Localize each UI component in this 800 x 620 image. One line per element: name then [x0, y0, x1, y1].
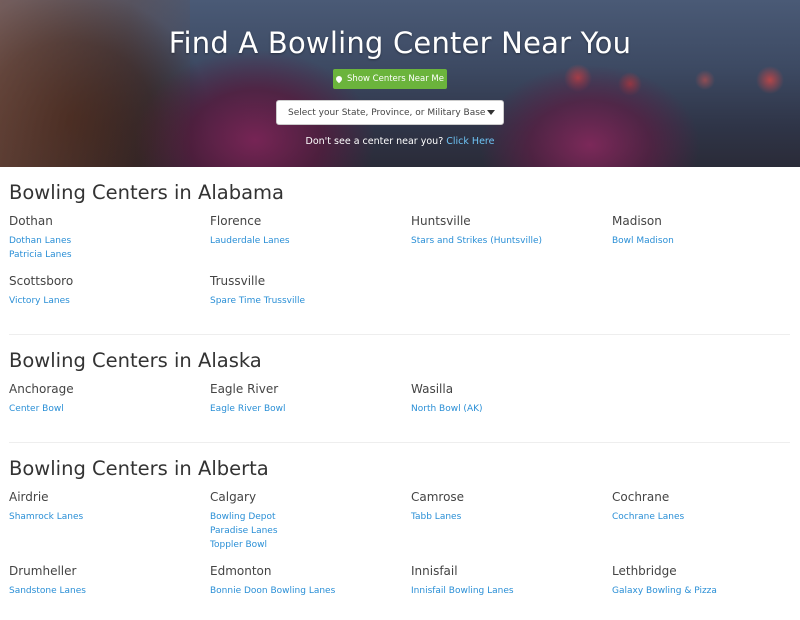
city-group: Eagle River Eagle River Bowl	[210, 382, 411, 422]
state-select-value: Select your State, Province, or Military…	[288, 107, 486, 118]
center-link[interactable]: Bonnie Doon Bowling Lanes	[210, 584, 411, 598]
city-group: Innisfail Innisfail Bowling Lanes	[411, 564, 612, 604]
state-section: Bowling Centers in Alabama Dothan Dothan L…	[9, 167, 790, 335]
city-group: Dothan Dothan Lanes Patricia Lanes	[9, 214, 210, 262]
page-title: Find A Bowling Center Near You	[168, 26, 632, 60]
city-group: Anchorage Center Bowl	[9, 382, 210, 422]
center-link[interactable]: Stars and Strikes (Huntsville)	[411, 234, 612, 248]
city-name: Innisfail	[411, 564, 458, 578]
state-sections: Bowling Centers in Alabama Dothan Dothan L…	[9, 167, 790, 620]
show-centers-near-me-label: Show Centers Near Me	[347, 74, 444, 84]
section-title: Bowling Centers in Alabama	[9, 181, 284, 204]
click-here-link[interactable]: Click Here	[446, 136, 494, 147]
center-link[interactable]: Spare Time Trussville	[210, 294, 411, 308]
center-link[interactable]: Victory Lanes	[9, 294, 210, 308]
city-name: Florence	[210, 214, 262, 228]
center-link[interactable]: Toppler Bowl	[210, 538, 411, 552]
city-name: Wasilla	[411, 382, 454, 396]
city-name: Anchorage	[9, 382, 74, 396]
center-link[interactable]: Tabb Lanes	[411, 510, 612, 524]
center-link[interactable]: Galaxy Bowling & Pizza	[612, 584, 792, 598]
city-group: Scottsboro Victory Lanes	[9, 274, 210, 314]
city-group: Lethbridge Galaxy Bowling & Pizza	[612, 564, 792, 604]
center-link[interactable]: Sandstone Lanes	[9, 584, 210, 598]
city-name: Airdrie	[9, 490, 49, 504]
city-name: Lethbridge	[612, 564, 677, 578]
city-group: Cochrane Cochrane Lanes	[612, 490, 792, 552]
center-link[interactable]: Eagle River Bowl	[210, 402, 411, 416]
state-section: Bowling Centers in Alberta Airdrie Shamroc…	[9, 443, 790, 620]
no-center-note-text: Don't see a center near you?	[305, 136, 444, 147]
map-marker-icon	[334, 74, 344, 84]
center-link[interactable]: Bowling Depot	[210, 510, 411, 524]
center-link[interactable]: Paradise Lanes	[210, 524, 411, 538]
no-center-note: Don't see a center near you? Click Here	[0, 136, 800, 147]
state-select[interactable]: Select your State, Province, or Military…	[276, 100, 504, 125]
center-link[interactable]: Center Bowl	[9, 402, 210, 416]
state-section: Bowling Centers in Alaska Anchorage Center…	[9, 335, 790, 443]
city-name: Madison	[612, 214, 662, 228]
city-name: Drumheller	[9, 564, 77, 578]
chevron-down-icon	[487, 110, 495, 115]
city-group: Airdrie Shamrock Lanes	[9, 490, 210, 552]
section-title: Bowling Centers in Alaska	[9, 349, 262, 372]
city-name: Dothan	[9, 214, 53, 228]
city-name: Cochrane	[612, 490, 670, 504]
show-centers-near-me-button[interactable]: Show Centers Near Me	[333, 69, 447, 89]
city-name: Eagle River	[210, 382, 279, 396]
city-group: Calgary Bowling Depot Paradise Lanes Topple…	[210, 490, 411, 552]
section-title: Bowling Centers in Alberta	[9, 457, 269, 480]
city-name: Calgary	[210, 490, 257, 504]
city-name: Edmonton	[210, 564, 272, 578]
city-group: Drumheller Sandstone Lanes	[9, 564, 210, 604]
city-grid: Airdrie Shamrock Lanes Calgary Bowling Depo…	[9, 490, 790, 604]
city-group: Huntsville Stars and Strikes (Huntsville)	[411, 214, 612, 262]
city-name: Camrose	[411, 490, 465, 504]
city-group: Trussville Spare Time Trussville	[210, 274, 411, 314]
city-grid: Dothan Dothan Lanes Patricia Lanes Florence…	[9, 214, 790, 314]
city-name: Huntsville	[411, 214, 471, 228]
center-listing: Bowling Centers in Alabama Dothan Dothan L…	[0, 167, 800, 620]
city-group: Florence Lauderdale Lanes	[210, 214, 411, 262]
city-name: Scottsboro	[9, 274, 74, 288]
hero-banner: Find A Bowling Center Near You Show Cent…	[0, 0, 800, 167]
center-link[interactable]: Dothan Lanes	[9, 234, 210, 248]
city-group: Madison Bowl Madison	[612, 214, 792, 262]
city-group: Wasilla North Bowl (AK)	[411, 382, 612, 422]
center-link[interactable]: North Bowl (AK)	[411, 402, 612, 416]
center-link[interactable]: Cochrane Lanes	[612, 510, 792, 524]
center-link[interactable]: Lauderdale Lanes	[210, 234, 411, 248]
center-link[interactable]: Bowl Madison	[612, 234, 792, 248]
city-grid: Anchorage Center Bowl Eagle River Eagle Riv…	[9, 382, 790, 422]
center-link[interactable]: Patricia Lanes	[9, 248, 210, 262]
center-link[interactable]: Shamrock Lanes	[9, 510, 210, 524]
city-group: Camrose Tabb Lanes	[411, 490, 612, 552]
center-link[interactable]: Innisfail Bowling Lanes	[411, 584, 612, 598]
city-group: Edmonton Bonnie Doon Bowling Lanes	[210, 564, 411, 604]
city-name: Trussville	[210, 274, 266, 288]
